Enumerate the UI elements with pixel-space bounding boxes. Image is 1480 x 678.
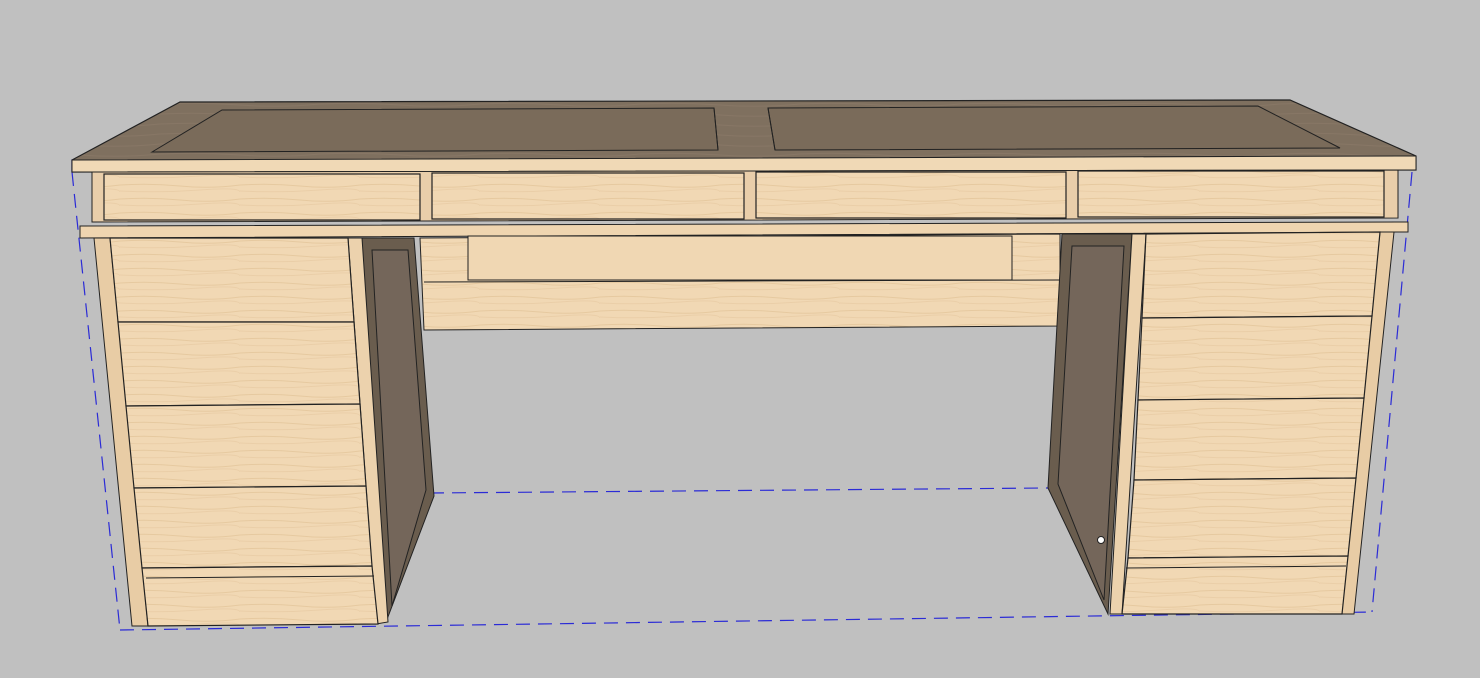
left-drawer-4[interactable] xyxy=(133,485,373,569)
top-drawer-2[interactable] xyxy=(431,172,745,220)
desk-top[interactable] xyxy=(71,99,1417,173)
top-drawer-1[interactable] xyxy=(103,173,421,221)
cursor-dot-icon xyxy=(1097,536,1105,544)
right-plinth xyxy=(1121,555,1349,615)
right-drawer-1[interactable] xyxy=(1141,231,1381,319)
left-drawer-1[interactable] xyxy=(109,237,355,323)
top-drawer-3[interactable] xyxy=(755,171,1067,219)
right-drawer-4[interactable] xyxy=(1127,477,1357,559)
viewport-3d[interactable] xyxy=(0,0,1480,678)
left-plinth xyxy=(141,565,379,627)
top-drawer-4[interactable] xyxy=(1077,170,1385,218)
right-drawer-3[interactable] xyxy=(1133,397,1365,481)
left-drawer-3[interactable] xyxy=(125,403,367,489)
left-drawer-2[interactable] xyxy=(117,321,361,407)
scene-canvas[interactable] xyxy=(0,0,1480,678)
center-apron[interactable] xyxy=(419,233,1061,331)
right-drawer-2[interactable] xyxy=(1137,315,1373,401)
